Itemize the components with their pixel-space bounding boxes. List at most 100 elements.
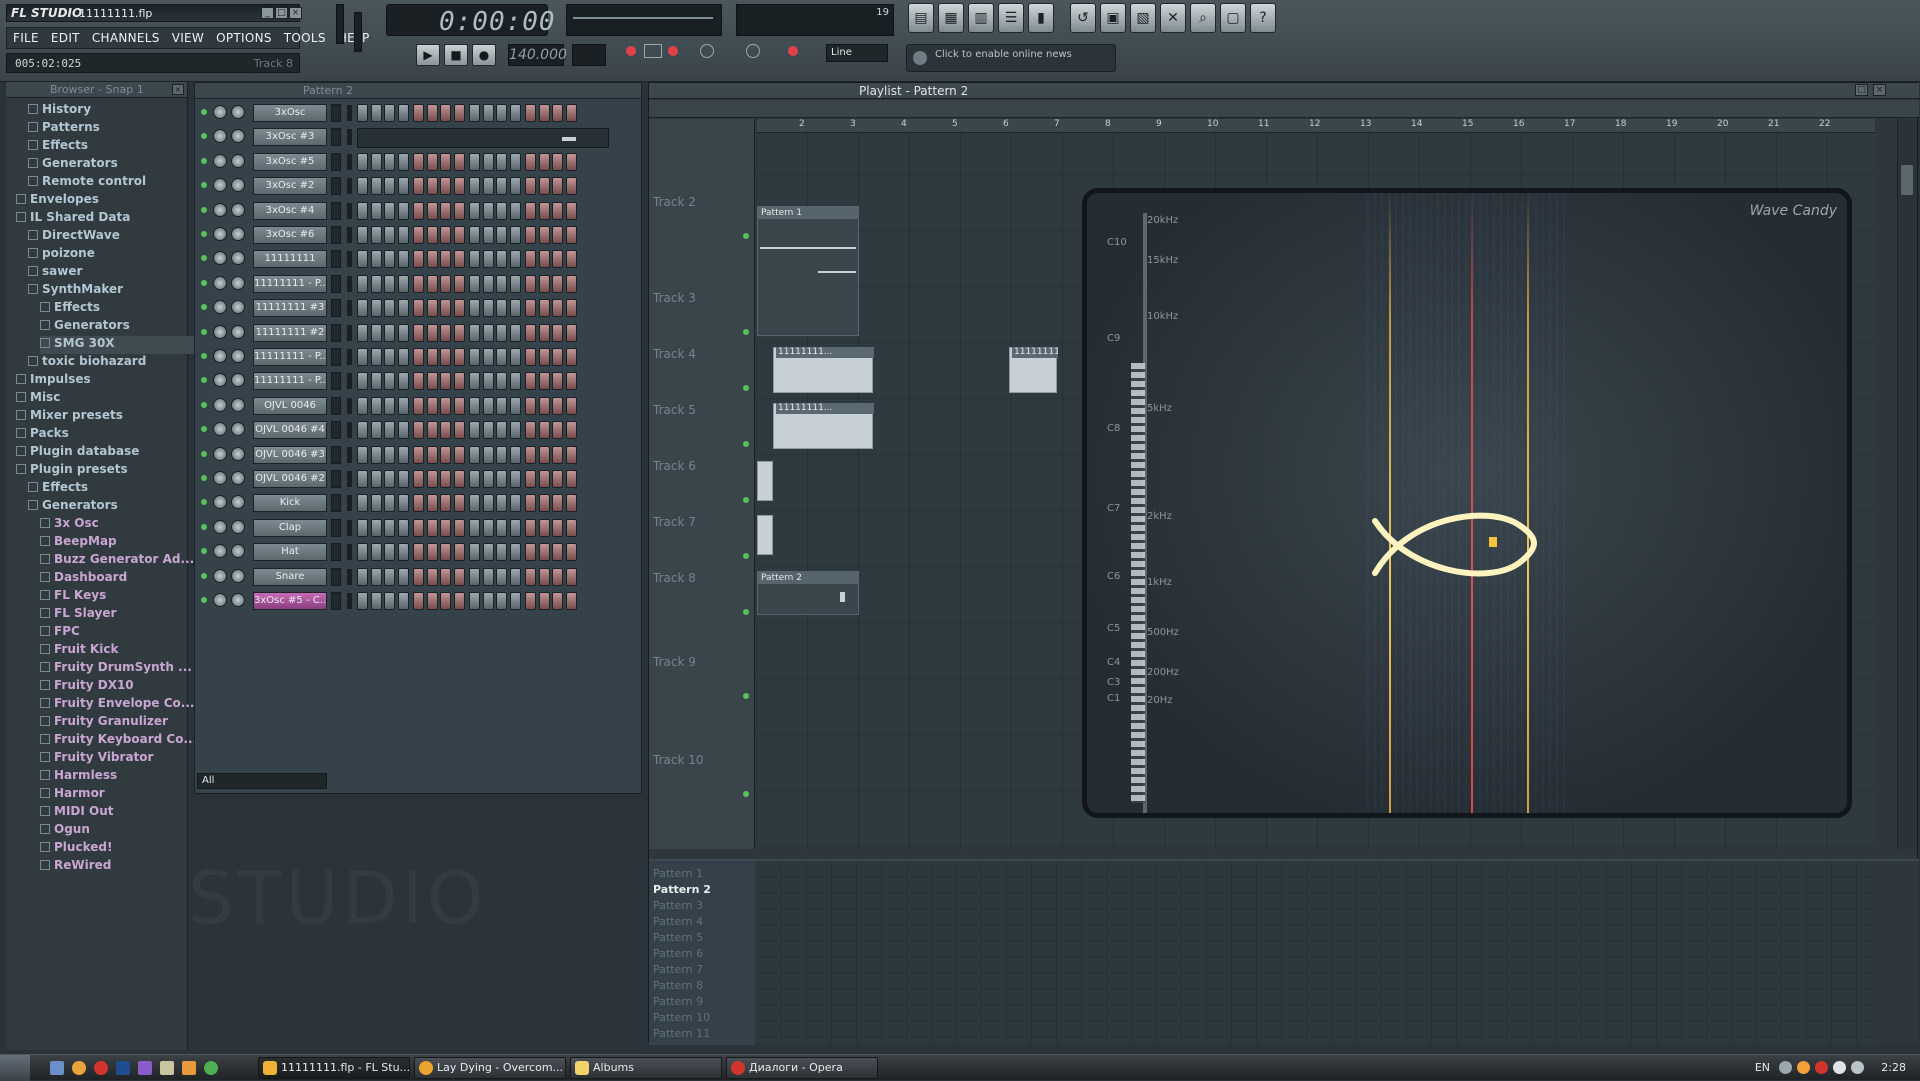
browser-item[interactable]: History xyxy=(28,102,198,120)
volume-knob[interactable] xyxy=(231,544,245,559)
step-button[interactable] xyxy=(482,592,494,610)
pan-knob[interactable] xyxy=(213,105,227,119)
step-button[interactable] xyxy=(509,177,521,196)
step-button[interactable] xyxy=(565,152,577,171)
step-button[interactable] xyxy=(384,396,395,415)
typing-keyboard-icon[interactable] xyxy=(644,44,662,58)
playlist-scrollbar[interactable] xyxy=(1897,119,1917,849)
step-button[interactable] xyxy=(565,518,577,537)
step-button[interactable] xyxy=(370,470,382,488)
step-button[interactable] xyxy=(413,567,424,586)
browser-item[interactable]: Mixer presets xyxy=(16,408,186,426)
step-button[interactable] xyxy=(384,250,395,269)
channel-name-button[interactable]: Hat xyxy=(253,543,327,562)
browser-item[interactable]: DirectWave xyxy=(28,228,198,246)
step-button[interactable] xyxy=(509,152,521,171)
step-button[interactable] xyxy=(496,494,507,513)
pan-knob[interactable] xyxy=(213,495,227,510)
browser-item[interactable]: sawer xyxy=(28,264,198,282)
step-button[interactable] xyxy=(565,201,577,220)
channel-name-button[interactable]: OJVL 0046 #2 xyxy=(253,470,327,488)
pan-knob[interactable] xyxy=(213,227,227,241)
step-button[interactable] xyxy=(413,518,424,537)
photoshop-icon[interactable] xyxy=(116,1061,130,1075)
step-button[interactable] xyxy=(565,104,577,122)
step-button[interactable] xyxy=(357,323,368,342)
step-button[interactable] xyxy=(370,567,382,586)
step-button[interactable] xyxy=(565,299,577,318)
step-button[interactable] xyxy=(538,177,550,196)
menu-options[interactable]: OPTIONS xyxy=(210,28,278,48)
step-button[interactable] xyxy=(384,372,395,391)
step-button[interactable] xyxy=(538,152,550,171)
step-button[interactable] xyxy=(538,201,550,220)
stop-button[interactable]: ■ xyxy=(444,44,468,66)
step-button[interactable] xyxy=(496,152,507,171)
volume-knob[interactable] xyxy=(231,275,245,290)
step-button[interactable] xyxy=(426,518,438,537)
channel-select[interactable] xyxy=(347,202,352,219)
step-button[interactable] xyxy=(525,421,536,440)
step-button[interactable] xyxy=(426,323,438,342)
step-button[interactable] xyxy=(384,470,395,488)
step-button[interactable] xyxy=(426,445,438,464)
channel-volume-slider[interactable] xyxy=(331,543,341,562)
step-button[interactable] xyxy=(384,177,395,196)
track-label[interactable]: Track 7 xyxy=(653,515,696,529)
step-button[interactable] xyxy=(469,494,480,513)
channel-mute-led[interactable] xyxy=(201,377,207,384)
step-button[interactable] xyxy=(552,445,563,464)
step-button[interactable] xyxy=(370,226,382,244)
pan-knob[interactable] xyxy=(213,446,227,461)
step-button[interactable] xyxy=(384,104,395,122)
browser-item[interactable]: Plucked! xyxy=(40,840,210,858)
step-button[interactable] xyxy=(370,104,382,122)
step-button[interactable] xyxy=(357,543,368,562)
volume-knob[interactable] xyxy=(231,324,245,339)
channel-select[interactable] xyxy=(347,544,352,561)
step-button[interactable] xyxy=(397,323,409,342)
volume-knob[interactable] xyxy=(231,105,245,119)
step-button[interactable] xyxy=(482,177,494,196)
step-button[interactable] xyxy=(538,421,550,440)
channel-select[interactable] xyxy=(347,495,352,512)
winamp-icon[interactable] xyxy=(138,1061,152,1075)
step-button[interactable] xyxy=(565,592,577,610)
step-button[interactable] xyxy=(509,250,521,269)
step-button[interactable] xyxy=(538,372,550,391)
step-button[interactable] xyxy=(453,421,465,440)
step-button[interactable] xyxy=(370,177,382,196)
step-button[interactable] xyxy=(357,348,368,366)
channel-filter-select[interactable]: All xyxy=(197,773,327,789)
step-button[interactable] xyxy=(426,543,438,562)
step-button[interactable] xyxy=(525,250,536,269)
step-button[interactable] xyxy=(552,348,563,366)
step-button[interactable] xyxy=(397,299,409,318)
browser-item[interactable]: Misc xyxy=(16,390,186,408)
channel-volume-slider[interactable] xyxy=(331,250,341,269)
step-button[interactable] xyxy=(453,543,465,562)
step-button[interactable] xyxy=(565,250,577,269)
start-button[interactable] xyxy=(0,1055,30,1081)
step-button[interactable] xyxy=(482,470,494,488)
channel-select[interactable] xyxy=(347,178,352,195)
step-button[interactable] xyxy=(552,299,563,318)
step-button[interactable] xyxy=(426,396,438,415)
channel-select[interactable] xyxy=(347,568,352,585)
step-button[interactable] xyxy=(357,177,368,196)
step-button[interactable] xyxy=(538,592,550,610)
audio-clip[interactable]: 11111111... xyxy=(1009,347,1058,393)
step-button[interactable] xyxy=(384,152,395,171)
channel-volume-slider[interactable] xyxy=(331,104,341,122)
step-button[interactable] xyxy=(469,250,480,269)
step-button[interactable] xyxy=(453,104,465,122)
pan-knob[interactable] xyxy=(213,471,227,485)
step-button[interactable] xyxy=(525,494,536,513)
pan-knob[interactable] xyxy=(213,544,227,559)
channel-select[interactable] xyxy=(347,324,352,341)
step-button[interactable] xyxy=(384,299,395,318)
step-button[interactable] xyxy=(469,299,480,318)
mixer-icon[interactable]: ▮ xyxy=(1028,3,1054,33)
step-button[interactable] xyxy=(397,445,409,464)
step-button[interactable] xyxy=(538,323,550,342)
